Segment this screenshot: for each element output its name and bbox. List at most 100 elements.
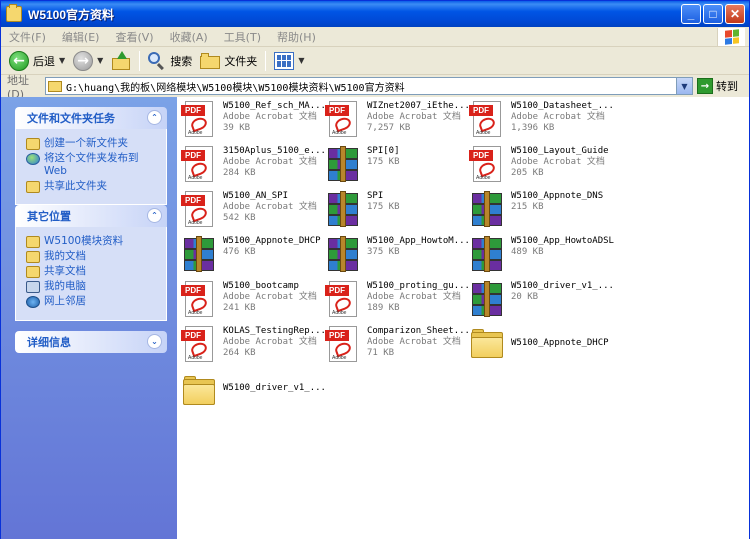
folder-icon (181, 373, 217, 409)
globe-icon (26, 153, 40, 165)
file-item[interactable]: PDF Adobe Comparizon_Sheet... Adobe Acroba… (325, 326, 470, 366)
views-dropdown-icon[interactable]: ▼ (298, 56, 304, 65)
menu-view[interactable]: 查看(V) (107, 29, 161, 45)
search-label: 搜索 (170, 54, 193, 68)
forward-button[interactable]: → ▼ (69, 49, 107, 73)
rar-archive-icon (469, 281, 505, 317)
file-type: Adobe Acrobat 文档 (511, 157, 605, 167)
task-share-folder[interactable]: 共享此文件夹 (26, 180, 166, 193)
folder-icon (6, 4, 22, 22)
panel-title: 其它位置 (27, 210, 71, 223)
rar-archive-icon (469, 191, 505, 227)
file-type: Adobe Acrobat 文档 (223, 202, 317, 212)
menu-favorites[interactable]: 收藏(A) (162, 29, 216, 45)
folders-button[interactable]: 文件夹 (196, 49, 261, 73)
folder-item[interactable]: W5100_driver_v1_... (181, 373, 326, 413)
menu-tools[interactable]: 工具(T) (216, 29, 269, 45)
collapse-icon[interactable]: ⌃ (147, 208, 162, 223)
task-label: 创建一个新文件夹 (44, 137, 128, 149)
task-publish-web[interactable]: 将这个文件夹发布到 Web (26, 152, 166, 178)
task-label: 共享此文件夹 (44, 180, 107, 192)
place-my-computer[interactable]: 我的电脑 (26, 280, 166, 293)
menu-help[interactable]: 帮助(H) (269, 29, 324, 45)
place-shared-documents[interactable]: 共享文档 (26, 265, 166, 278)
forward-dropdown-icon[interactable]: ▼ (97, 56, 103, 65)
share-folder-icon (26, 181, 40, 193)
views-button[interactable]: ▼ (270, 49, 308, 73)
other-places-header[interactable]: 其它位置 ⌃ (15, 205, 167, 227)
file-item[interactable]: W5100_App_HowtoM... 375 KB (325, 236, 470, 276)
file-type: Adobe Acrobat 文档 (223, 292, 317, 302)
file-name: W5100_AN_SPI (223, 191, 289, 201)
address-dropdown-icon[interactable]: ▼ (676, 78, 692, 94)
place-label: 我的文档 (44, 250, 86, 262)
task-new-folder[interactable]: 创建一个新文件夹 (26, 137, 166, 150)
file-name: W5100_driver_v1_... (511, 281, 614, 291)
file-item[interactable]: PDF Adobe W5100_Datasheet_... Adobe Acroba… (469, 101, 614, 141)
maximize-button[interactable]: □ (703, 4, 723, 24)
file-item[interactable]: PDF Adobe W5100_Ref_sch_MA... Adobe Acroba… (181, 101, 326, 141)
file-name: SPI (367, 191, 384, 201)
pdf-icon: PDF Adobe (325, 101, 361, 137)
file-item[interactable]: W5100_Appnote_DHCP 476 KB (181, 236, 321, 276)
file-item[interactable]: SPI 175 KB (325, 191, 465, 231)
file-type: Adobe Acrobat 文档 (511, 112, 605, 122)
file-item[interactable]: W5100_Appnote_DNS 215 KB (469, 191, 609, 231)
address-bar: 地址(D) G:\huang\我的板\网络模块\W5100模块\W5100模块资… (1, 74, 749, 101)
file-type: Adobe Acrobat 文档 (367, 112, 461, 122)
file-size: 489 KB (511, 247, 544, 257)
file-item[interactable]: W5100_App_HowtoADSL 489 KB (469, 236, 614, 276)
new-folder-icon (26, 138, 40, 150)
place-my-documents[interactable]: 我的文档 (26, 250, 166, 263)
back-button[interactable]: ← 后退 ▼ (5, 49, 69, 73)
place-network[interactable]: 网上邻居 (26, 295, 166, 308)
folder-name: W5100_driver_v1_... (223, 383, 326, 393)
pdf-icon: PDF Adobe (181, 281, 217, 317)
pdf-icon: PDF Adobe (325, 326, 361, 362)
go-arrow-icon: → (697, 78, 713, 94)
go-button[interactable]: → 转到 (697, 78, 738, 94)
back-label: 后退 (33, 54, 55, 68)
file-tasks-header[interactable]: 文件和文件夹任务 ⌃ (15, 107, 167, 129)
search-button[interactable]: 搜索 (144, 49, 196, 73)
file-item[interactable]: W5100_driver_v1_... 20 KB (469, 281, 614, 321)
file-name: W5100_App_HowtoM... (367, 236, 470, 246)
menu-bar: 文件(F) 编辑(E) 查看(V) 收藏(A) 工具(T) 帮助(H) (1, 27, 749, 47)
explorer-window: W5100官方资料 _ □ ✕ 文件(F) 编辑(E) 查看(V) 收藏(A) … (0, 0, 750, 539)
menu-edit[interactable]: 编辑(E) (54, 29, 108, 45)
my-documents-icon (26, 251, 40, 263)
folder-item[interactable]: W5100_Appnote_DHCP (469, 326, 609, 366)
address-input[interactable]: G:\huang\我的板\网络模块\W5100模块\W5100模块资料\W510… (45, 77, 693, 95)
file-item[interactable]: PDF Adobe WIZnet2007_iEthe... Adobe Acroba… (325, 101, 470, 141)
toolbar-separator (265, 50, 267, 71)
folder-icon (48, 80, 62, 92)
expand-icon[interactable]: ⌄ (147, 334, 162, 349)
rar-archive-icon (325, 191, 361, 227)
file-item[interactable]: PDF Adobe W5100_AN_SPI Adobe Acrobat 文档 542… (181, 191, 321, 231)
go-label: 转到 (716, 80, 738, 93)
up-folder-button[interactable] (107, 49, 135, 73)
file-item[interactable]: PDF Adobe KOLAS_TestingRep... Adobe Acroba… (181, 326, 326, 366)
close-button[interactable]: ✕ (725, 4, 745, 24)
menu-file[interactable]: 文件(F) (1, 29, 54, 45)
file-size: 189 KB (367, 303, 400, 313)
folders-icon (200, 52, 221, 69)
folder-icon (469, 326, 505, 362)
file-item[interactable]: SPI[0] 175 KB (325, 146, 465, 186)
place-w5100[interactable]: W5100模块资料 (26, 235, 166, 248)
file-item[interactable]: PDF Adobe 3150Aplus_5100_e... Adobe Acroba… (181, 146, 326, 186)
file-size: 542 KB (223, 213, 256, 223)
network-icon (26, 296, 40, 308)
back-dropdown-icon[interactable]: ▼ (59, 56, 65, 65)
file-type: Adobe Acrobat 文档 (367, 292, 461, 302)
collapse-icon[interactable]: ⌃ (147, 110, 162, 125)
minimize-button[interactable]: _ (681, 4, 701, 24)
title-bar[interactable]: W5100官方资料 _ □ ✕ (1, 1, 749, 27)
file-name: KOLAS_TestingRep... (223, 326, 326, 336)
details-header[interactable]: 详细信息 ⌄ (15, 331, 167, 353)
file-name: SPI[0] (367, 146, 400, 156)
file-item[interactable]: PDF Adobe W5100_bootcamp Adobe Acrobat 文档 2… (181, 281, 321, 321)
file-item[interactable]: PDF Adobe W5100_Layout_Guide Adobe Acrobat… (469, 146, 609, 186)
file-item[interactable]: PDF Adobe W5100_proting_gu... Adobe Acroba… (325, 281, 470, 321)
shared-documents-icon (26, 266, 40, 278)
